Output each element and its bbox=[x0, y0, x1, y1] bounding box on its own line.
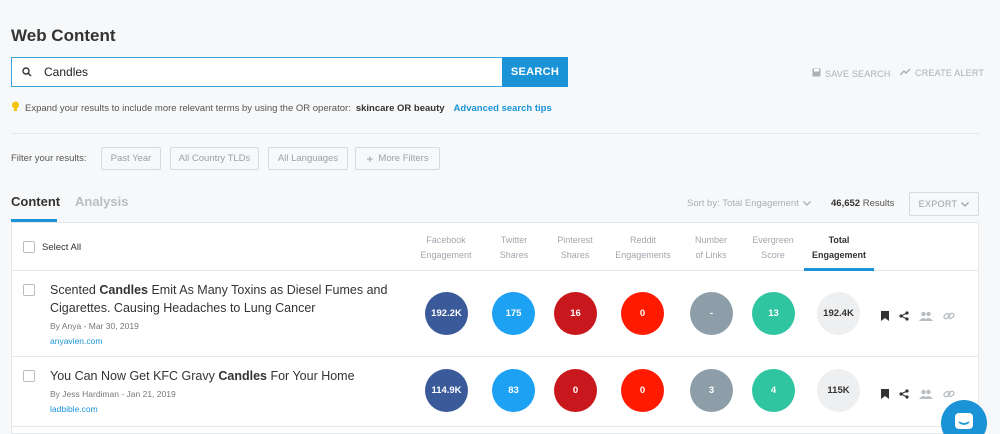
results-count: 46,652 Results bbox=[831, 198, 894, 209]
column-twitter[interactable]: Twitter Shares bbox=[479, 233, 549, 263]
sort-dropdown[interactable]: Sort by: Total Engagement bbox=[687, 198, 811, 209]
links-metric: 3 bbox=[690, 369, 733, 412]
link-icon[interactable] bbox=[943, 308, 955, 326]
share-icon[interactable] bbox=[899, 386, 909, 404]
chevron-down-icon bbox=[802, 198, 811, 209]
pinterest-metric: 0 bbox=[554, 369, 597, 412]
pinterest-metric: 16 bbox=[554, 292, 597, 335]
search-input[interactable]: Candles bbox=[11, 57, 502, 87]
select-all-label: Select All bbox=[42, 242, 82, 253]
tab-content[interactable]: Content bbox=[11, 194, 60, 209]
results-table: Select All Facebook Engagement Twitter Sha… bbox=[11, 222, 979, 434]
chat-button[interactable] bbox=[941, 400, 987, 434]
total-metric: 115K bbox=[817, 369, 860, 412]
save-search-label: SAVE SEARCH bbox=[825, 68, 891, 79]
create-alert-label: CREATE ALERT bbox=[915, 68, 985, 78]
article-meta: By Jess Hardiman - Jan 21, 2019 bbox=[50, 389, 176, 399]
article-domain-link[interactable]: ladbible.com bbox=[50, 404, 98, 414]
reddit-metric: 0 bbox=[621, 292, 664, 335]
total-metric: 192.4K bbox=[817, 292, 860, 335]
row-actions bbox=[881, 308, 955, 326]
column-links[interactable]: Number of Links bbox=[676, 233, 746, 263]
facebook-metric: 114.9K bbox=[425, 369, 468, 412]
more-filters-button[interactable]: + More Filters bbox=[355, 147, 440, 170]
column-evergreen[interactable]: Evergreen Score bbox=[738, 233, 808, 263]
article-domain-link[interactable]: anyavien.com bbox=[50, 336, 102, 346]
select-all-checkbox[interactable] bbox=[23, 241, 35, 253]
lightbulb-icon bbox=[11, 101, 20, 115]
save-icon bbox=[812, 68, 821, 79]
article-title-link[interactable]: You Can Now Get KFC Gravy Candles For Yo… bbox=[50, 367, 410, 385]
article-meta: By Anya - Mar 30, 2019 bbox=[50, 321, 139, 331]
filter-label: Filter your results: bbox=[11, 153, 87, 164]
users-icon[interactable] bbox=[919, 308, 933, 326]
filter-past-year[interactable]: Past Year bbox=[101, 147, 161, 170]
column-reddit[interactable]: Reddit Engagements bbox=[608, 233, 678, 263]
search-icon bbox=[12, 67, 42, 77]
chat-icon bbox=[954, 412, 974, 434]
bookmark-icon[interactable] bbox=[881, 308, 889, 326]
table-header: Select All Facebook Engagement Twitter Sha… bbox=[12, 223, 978, 271]
column-total[interactable]: Total Engagement bbox=[804, 233, 874, 263]
filter-languages[interactable]: All Languages bbox=[268, 147, 348, 170]
evergreen-metric: 4 bbox=[752, 369, 795, 412]
tip-example: skincare OR beauty bbox=[355, 102, 445, 114]
search-button[interactable]: SEARCH bbox=[502, 57, 568, 87]
share-icon[interactable] bbox=[899, 308, 909, 326]
row-checkbox[interactable] bbox=[23, 284, 35, 296]
table-row: Scented Candles Emit As Many Toxins as D… bbox=[12, 271, 978, 357]
page-title: Web Content bbox=[11, 26, 116, 45]
results-number: 46,652 bbox=[831, 198, 861, 209]
twitter-metric: 175 bbox=[492, 292, 535, 335]
export-button[interactable]: EXPORT bbox=[909, 192, 979, 216]
links-metric: - bbox=[690, 292, 733, 335]
plus-icon: + bbox=[366, 151, 374, 166]
reddit-metric: 0 bbox=[621, 369, 664, 412]
article-title-link[interactable]: Scented Candles Emit As Many Toxins as D… bbox=[50, 281, 410, 317]
evergreen-metric: 13 bbox=[752, 292, 795, 335]
users-icon[interactable] bbox=[919, 386, 933, 404]
results-suffix: Results bbox=[862, 198, 895, 209]
row-actions bbox=[881, 386, 955, 404]
facebook-metric: 192.2K bbox=[425, 292, 468, 335]
chevron-down-icon bbox=[961, 199, 970, 209]
search-value: Candles bbox=[44, 65, 89, 79]
filter-country-tlds[interactable]: All Country TLDs bbox=[170, 147, 259, 170]
advanced-search-tips-link[interactable]: Advanced search tips bbox=[454, 103, 552, 114]
row-checkbox[interactable] bbox=[23, 370, 35, 382]
trend-icon bbox=[899, 68, 911, 78]
search-tip: Expand your results to include more rele… bbox=[11, 101, 552, 115]
divider bbox=[11, 133, 979, 134]
table-row: You Can Now Get KFC Gravy Candles For Yo… bbox=[12, 357, 978, 427]
more-filters-label: More Filters bbox=[378, 153, 429, 164]
create-alert-button[interactable]: CREATE ALERT bbox=[899, 68, 985, 78]
column-pinterest[interactable]: Pinterest Shares bbox=[540, 233, 610, 263]
save-search-button[interactable]: SAVE SEARCH bbox=[812, 68, 891, 79]
sort-label: Sort by: Total Engagement bbox=[687, 198, 799, 209]
export-label: EXPORT bbox=[918, 199, 958, 209]
bookmark-icon[interactable] bbox=[881, 386, 889, 404]
tab-analysis[interactable]: Analysis bbox=[75, 194, 128, 209]
column-facebook[interactable]: Facebook Engagement bbox=[411, 233, 481, 263]
tip-text: Expand your results to include more rele… bbox=[25, 102, 351, 114]
twitter-metric: 83 bbox=[492, 369, 535, 412]
